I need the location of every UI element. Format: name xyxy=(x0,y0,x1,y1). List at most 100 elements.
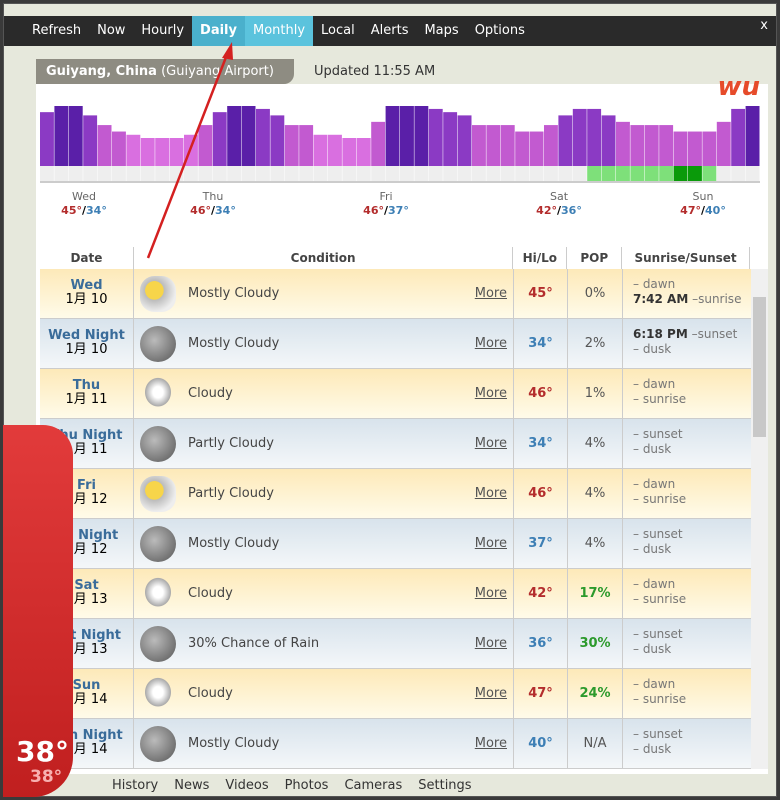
chart-hilo: 42°/36° xyxy=(536,204,582,217)
more-link[interactable]: More xyxy=(475,386,507,401)
pop-cell xyxy=(688,166,702,181)
sun-label: – sunset xyxy=(633,527,683,541)
condition-cell: Cloudy More xyxy=(134,569,514,618)
condition: Mostly Cloudy xyxy=(188,286,280,301)
temp-bar xyxy=(544,125,558,166)
more-link[interactable]: More xyxy=(475,636,507,651)
moon-cloud-icon xyxy=(140,525,176,562)
footer-cameras[interactable]: Cameras xyxy=(336,774,410,798)
condition-cell: Mostly Cloudy More xyxy=(134,269,514,318)
temp: 45° xyxy=(514,269,568,318)
more-link[interactable]: More xyxy=(475,536,507,551)
footer-photos[interactable]: Photos xyxy=(277,774,337,798)
location-tab: Guiyang, China (Guiyang Airport) xyxy=(36,59,294,84)
pop-cell xyxy=(659,166,674,181)
station: (Guiyang Airport) xyxy=(161,64,274,79)
feels-like-temp: 38° xyxy=(30,767,63,787)
pop-cell xyxy=(83,166,98,181)
temp-bar xyxy=(529,131,544,166)
temp-bar xyxy=(227,106,242,166)
pop-cell xyxy=(140,166,155,181)
more-link[interactable]: More xyxy=(475,486,507,501)
close-button[interactable]: x xyxy=(760,18,768,33)
date-cell: Thu 1月 11 xyxy=(40,369,134,418)
footer-videos[interactable]: Videos xyxy=(217,774,276,798)
pop-cell xyxy=(515,166,530,181)
pop-cell xyxy=(731,166,746,181)
temp-bar xyxy=(40,112,54,166)
pop: 17% xyxy=(568,569,623,618)
temp-bar xyxy=(616,121,630,166)
chart-lo: 37° xyxy=(388,204,409,217)
temp: 34° xyxy=(514,319,568,368)
more-link[interactable]: More xyxy=(475,686,507,701)
chart-lo: 40° xyxy=(705,204,726,217)
sun-cloud-icon xyxy=(140,275,176,312)
more-link[interactable]: More xyxy=(475,436,507,451)
table-row: Wed Night 1月 10 Mostly Cloudy More 34° 2% … xyxy=(40,319,751,369)
table-row: Sun Night 1月 14 Mostly Cloudy More 40° N/A… xyxy=(40,719,751,769)
header-3: POP xyxy=(567,247,623,269)
sun-label: – dusk xyxy=(633,742,672,756)
temp-bar xyxy=(515,131,530,166)
temp-bar xyxy=(558,115,573,166)
temp-bar xyxy=(270,115,285,166)
moon-cloud-icon xyxy=(140,325,176,362)
nav-options[interactable]: Options xyxy=(467,16,533,46)
more-link[interactable]: More xyxy=(475,736,507,751)
pop-cell xyxy=(630,166,645,181)
footer-news[interactable]: News xyxy=(166,774,217,798)
temp: 46° xyxy=(514,369,568,418)
condition-cell: Cloudy More xyxy=(134,669,514,718)
pop-cell xyxy=(299,166,314,181)
temp-bar xyxy=(428,108,443,166)
date-cell: Wed 1月 10 xyxy=(40,269,134,318)
temp-bar xyxy=(342,138,357,166)
pop-cell xyxy=(702,166,717,181)
chart-hilo: 46°/34° xyxy=(190,204,236,217)
temp-bar xyxy=(184,134,198,166)
footer-nav: History News Videos Photos Cameras Settings xyxy=(4,774,776,798)
nav-now[interactable]: Now xyxy=(89,16,133,46)
temp-bar xyxy=(587,108,602,166)
temp-bar xyxy=(400,106,414,166)
footer-history[interactable]: History xyxy=(104,774,166,798)
pop-cell xyxy=(371,166,386,181)
scrollbar[interactable] xyxy=(751,269,768,769)
sun-label: –sunset xyxy=(687,327,738,341)
temp: 34° xyxy=(514,419,568,468)
more-link[interactable]: More xyxy=(475,336,507,351)
temp-bar xyxy=(256,108,270,166)
scrollbar-thumb[interactable] xyxy=(753,297,766,437)
temp-bar xyxy=(68,106,83,166)
nav-alerts[interactable]: Alerts xyxy=(363,16,417,46)
more-link[interactable]: More xyxy=(475,286,507,301)
pop-cell xyxy=(544,166,558,181)
chart-lo: 36° xyxy=(561,204,582,217)
chart-hi: 45° xyxy=(61,204,82,217)
nav-refresh[interactable]: Refresh xyxy=(24,16,89,46)
temp-bar xyxy=(356,138,371,166)
top-nav: Refresh Now Hourly Daily Monthly Local Alerts M… xyxy=(4,16,776,46)
temp-bar xyxy=(443,112,458,166)
more-link[interactable]: More xyxy=(475,586,507,601)
table-row: Sat Night 1月 13 30% Chance of Rain More 36… xyxy=(40,619,751,669)
pop: 24% xyxy=(568,669,623,718)
pop-cell xyxy=(212,166,227,181)
nav-daily[interactable]: Daily xyxy=(192,16,245,46)
footer-settings[interactable]: Settings xyxy=(410,774,479,798)
nav-monthly[interactable]: Monthly xyxy=(244,16,314,46)
nav-local[interactable]: Local xyxy=(313,16,363,46)
sun-label: – dusk xyxy=(633,442,672,456)
temp: 42° xyxy=(514,569,568,618)
nav-hourly[interactable]: Hourly xyxy=(133,16,192,46)
header-4: Sunrise/Sunset xyxy=(622,247,750,269)
table-row: Thu Night 1月 11 Partly Cloudy More 34° 4% … xyxy=(40,419,751,469)
pop-cell xyxy=(241,166,256,181)
sun-label: – sunset xyxy=(633,727,683,741)
forecast-panel: wu Date Condition Hi/Lo POP Sunrise/Sunset W… xyxy=(36,72,768,774)
condition: 30% Chance of Rain xyxy=(188,636,320,651)
temp-bar xyxy=(385,106,400,166)
pop: 30% xyxy=(568,619,623,668)
nav-maps[interactable]: Maps xyxy=(416,16,466,46)
